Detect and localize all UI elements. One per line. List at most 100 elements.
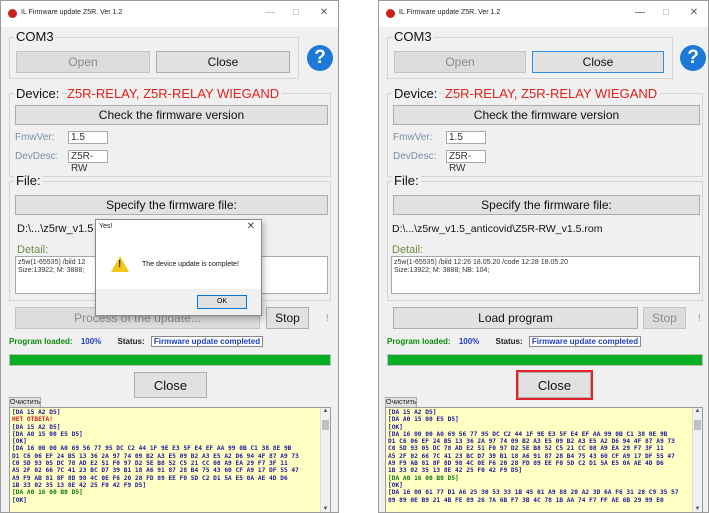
log-line: D1 C6 06 EF 24 B5 13 36 2A 97 74 09 B2 A… [388,438,675,446]
log-line: A5 2F 02 66 7C 41 23 BC D7 39 B1 18 A6 9… [388,452,675,460]
status-value: Firmware update completed [528,336,642,347]
device-value: Z5R-RELAY, Z5R-RELAY WIEGAND [67,86,283,101]
log-line: A9 F9 AB 81 8F 8D 98 4C 0E F6 20 28 FD 8… [388,460,664,468]
log-line: [DA 15 A2 D5] [12,423,61,431]
log-scrollbar[interactable]: ▲ ▼ [692,408,702,512]
log-line: [DA 15 A2 D5] [388,409,437,416]
scroll-down-icon[interactable]: ▼ [693,506,702,512]
minimize-button[interactable]: — [260,7,280,18]
check-firmware-button[interactable]: Check the firmware version [15,105,328,125]
file-label: File: [14,173,43,188]
log-line: A9 F9 AB 81 8F 8D 98 4C 0E F6 20 28 FD 8… [12,474,288,482]
left-window: IL Firmware update Z5R. Ver 1.2 — ☐ ✕ CO… [0,0,339,513]
device-label: Device: [14,86,62,101]
scroll-thumb[interactable] [694,420,701,430]
close-window-button[interactable]: ✕ [684,7,704,18]
message-dialog: Yes! ✕ ! The device update is complete! … [95,219,262,316]
detail-line: z5w(1-65535) /bild 12:26 18.05.20 /code … [394,259,568,266]
log-line: [DA 16 00 01 77 D1 A6 25 30 53 33 1B 45 … [388,489,679,497]
side-mark: ! [326,313,329,323]
close-button[interactable]: Close [134,372,207,398]
stop-button[interactable]: Stop [266,307,309,329]
progress-fill [10,355,330,365]
log-line: 09 89 0E B9 21 4B FE 89 26 7A 6B F7 3B 4… [388,496,664,504]
log-line: НЕТ ОТВЕТА! [12,416,53,424]
file-path: D:\...\z5rw_v1.5_anticovid\Z5R-RW_v1.5.r… [392,223,603,235]
help-icon[interactable]: ? [307,45,333,71]
dialog-message: The device update is complete! [142,261,239,268]
dialog-footer: OK [96,289,261,315]
check-firmware-button[interactable]: Check the firmware version [393,105,700,125]
log-line: [DA 16 00 00 A0 69 56 77 95 DC C2 44 1F … [388,430,668,438]
devdesc-field: Z5R-RW [446,150,486,174]
log-line: 1B 33 02 35 13 8E 42 25 F0 42 F9 D5] [12,481,147,489]
devdesc-field: Z5R-RW [68,150,108,174]
load-program-button[interactable]: Load program [393,307,638,329]
close-port-button[interactable]: Close [532,51,664,73]
devdesc-label: DevDesc: [393,151,437,162]
log-line: [OK] [388,423,403,431]
dialog-close-icon[interactable]: ✕ [247,221,255,232]
program-loaded-value: 100% [458,337,480,346]
open-button[interactable]: Open [16,51,150,73]
log-line: [DA A0 16 00 B0 D5] [12,489,83,497]
file-label: File: [392,173,421,188]
program-loaded-value: 100% [80,337,102,346]
scroll-up-icon[interactable]: ▲ [693,408,702,414]
device-value: Z5R-RELAY, Z5R-RELAY WIEGAND [445,86,661,101]
log-line: [OK] [12,496,27,504]
detail-line: Size:13922; M: 3888; NB: 104; [394,267,490,274]
log-line: C0 5D 93 05 DC 78 AD E2 51 F0 97 D2 5E B… [12,460,288,468]
scroll-up-icon[interactable]: ▲ [321,408,330,414]
right-window: IL Firmware update Z5R. Ver 1.2 — ☐ ✕ CO… [378,0,709,513]
fmwver-field: 1.5 [68,131,108,144]
progress-bar [387,354,703,366]
dialog-title: Yes! [99,223,113,230]
log-scrollbar[interactable]: ▲ ▼ [320,408,330,512]
file-path: D:\...\z5rw_v1.5 [17,223,94,235]
warning-icon: ! [111,256,129,272]
app-icon [386,9,395,18]
fmwver-label: FmwVer: [15,132,55,143]
log-line: [DA A0 15 00 E5 D5] [388,416,459,424]
app-icon [8,9,17,18]
fmwver-field: 1.5 [446,131,486,144]
ok-button[interactable]: OK [197,295,247,309]
program-loaded-label: Program loaded: [387,337,451,346]
window-title: IL Firmware update Z5R. Ver 1.2 [399,9,501,16]
fmwver-label: FmwVer: [393,132,433,143]
detail-box: z5w(1-65535) /bild 12:26 18.05.20 /code … [391,256,700,294]
program-status-row: Program loaded: 100% Status: Firmware up… [387,336,642,347]
progress-bar [9,354,331,366]
log-line: A5 2F 02 66 7C 41 23 BC D7 39 B1 18 A6 9… [12,467,299,475]
scroll-down-icon[interactable]: ▼ [321,506,330,512]
program-status-row: Program loaded: 100% Status: Firmware up… [9,336,264,347]
specify-file-button[interactable]: Specify the firmware file: [15,195,328,215]
log-line: D1 C6 06 EF 24 B5 13 36 2A 97 74 09 B2 A… [12,452,299,460]
specify-file-button[interactable]: Specify the firmware file: [393,195,700,215]
port-label: COM3 [392,29,434,44]
program-loaded-label: Program loaded: [9,337,73,346]
help-icon[interactable]: ? [680,45,706,71]
log-line: [DA 15 A2 D5] [12,409,61,416]
side-mark: ! [698,313,701,323]
log-line: [OK] [12,438,27,446]
window-title: IL Firmware update Z5R. Ver 1.2 [21,9,123,16]
close-port-button[interactable]: Close [156,51,290,73]
scroll-thumb[interactable] [322,420,329,430]
port-label: COM3 [14,29,56,44]
minimize-button[interactable]: — [630,7,650,18]
log-line: [DA A0 15 00 E5 D5] [12,430,83,438]
open-button[interactable]: Open [394,51,526,73]
log-line: [DA A0 16 00 B0 D5] [388,474,459,482]
log-line: [DA 16 00 00 A0 69 56 77 95 DC C2 44 1F … [12,445,292,453]
maximize-button[interactable]: ☐ [656,8,676,17]
log-line: [OK] [388,481,403,489]
log-panel: [DA 15 A2 D5] НЕТ ОТВЕТА! [DA 15 A2 D5] [DA… [9,407,331,512]
detail-label: Detail: [17,244,49,256]
close-window-button[interactable]: ✕ [314,7,334,18]
device-label: Device: [392,86,440,101]
stop-button[interactable]: Stop [643,307,686,329]
maximize-button[interactable]: ☐ [286,8,306,17]
log-panel: [DA 15 A2 D5] [DA A0 15 00 E5 D5] [OK] [DA … [385,407,703,512]
